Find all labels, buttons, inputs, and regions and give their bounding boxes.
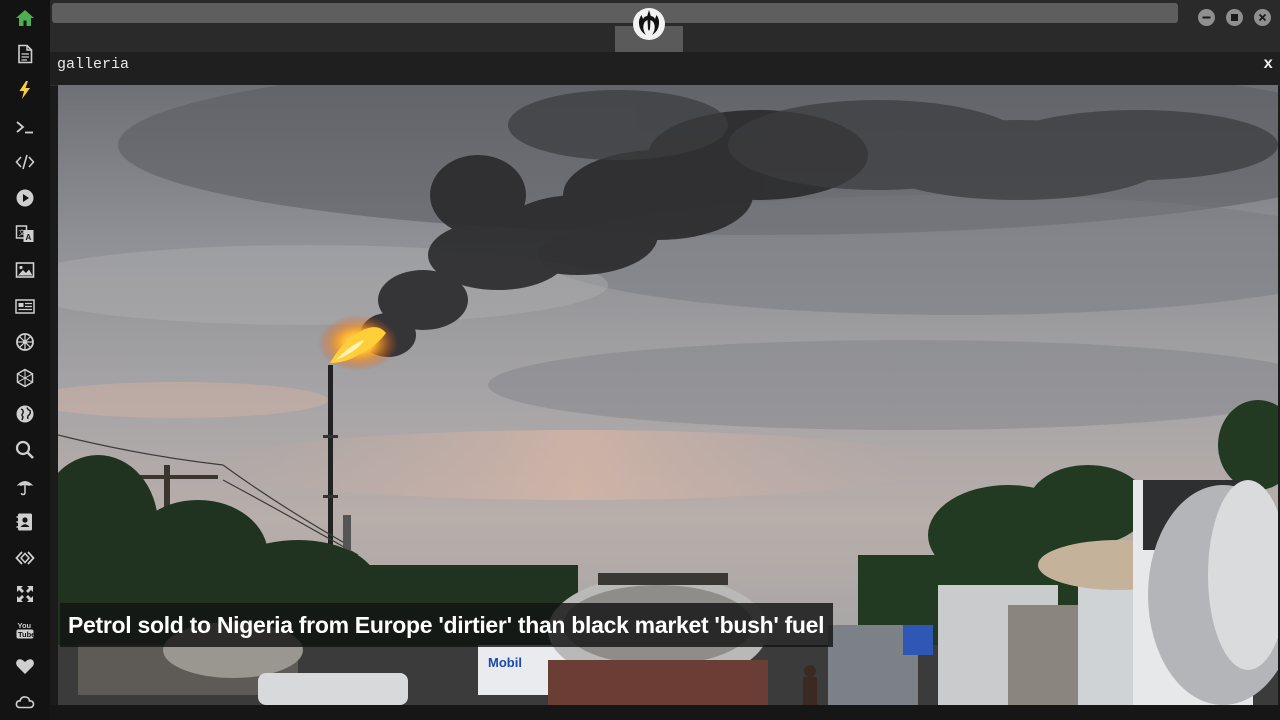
sidebar-item-code[interactable] bbox=[13, 150, 37, 174]
sidebar-item-expand[interactable] bbox=[13, 582, 37, 606]
top-bar bbox=[50, 0, 1280, 52]
dev-icon bbox=[15, 551, 35, 565]
sidebar-item-lightning[interactable] bbox=[13, 78, 37, 102]
document-icon bbox=[18, 44, 33, 64]
panel-header: galleria x bbox=[50, 52, 1280, 86]
sidebar-item-umbrella[interactable] bbox=[13, 474, 37, 498]
play-icon bbox=[16, 189, 34, 207]
address-bar[interactable] bbox=[52, 3, 1178, 23]
code-icon bbox=[15, 154, 35, 170]
newspaper-icon bbox=[15, 299, 35, 314]
sidebar-item-play[interactable] bbox=[13, 186, 37, 210]
sidebar: 文A You Tube bbox=[0, 0, 50, 720]
umbrella-icon bbox=[16, 481, 34, 496]
maximize-button[interactable] bbox=[1226, 9, 1243, 26]
sidebar-item-dev[interactable] bbox=[13, 546, 37, 570]
sidebar-item-translate[interactable]: 文A bbox=[13, 222, 37, 246]
image-icon bbox=[15, 262, 35, 278]
panel-title: galleria bbox=[57, 56, 130, 73]
svg-text:A: A bbox=[26, 233, 32, 242]
sidebar-item-news[interactable] bbox=[13, 294, 37, 318]
sidebar-item-search[interactable] bbox=[13, 438, 37, 462]
bottom-strip bbox=[50, 705, 1280, 720]
search-icon bbox=[15, 440, 34, 459]
close-window-button[interactable] bbox=[1254, 9, 1271, 26]
sidebar-item-youtube[interactable]: You Tube bbox=[13, 618, 37, 642]
mobil-sign: Mobil bbox=[488, 655, 522, 670]
expand-arrows-icon bbox=[17, 586, 33, 602]
youtube-icon: YouTube bbox=[16, 621, 35, 639]
sidebar-item-contacts[interactable] bbox=[13, 510, 37, 534]
terminal-icon bbox=[16, 121, 33, 134]
sidebar-item-network[interactable] bbox=[13, 366, 37, 390]
hexagon-network-icon bbox=[16, 368, 34, 388]
panel-close-button[interactable]: x bbox=[1263, 55, 1273, 73]
heart-icon bbox=[16, 659, 34, 674]
sidebar-item-terminal[interactable] bbox=[13, 115, 37, 139]
rebel-alliance-icon bbox=[633, 8, 665, 40]
photo-caption: Petrol sold to Nigeria from Europe 'dirt… bbox=[60, 603, 834, 647]
sidebar-item-heart[interactable] bbox=[13, 654, 37, 678]
sidebar-item-globe[interactable] bbox=[13, 402, 37, 426]
translate-icon: 文A bbox=[15, 225, 34, 242]
contact-book-icon bbox=[16, 513, 32, 531]
minimize-icon bbox=[1202, 16, 1211, 19]
sidebar-item-document[interactable] bbox=[13, 42, 37, 66]
svg-text:You: You bbox=[18, 621, 32, 630]
maximize-icon bbox=[1231, 14, 1238, 21]
lightning-icon bbox=[19, 81, 30, 99]
sidebar-item-wheel[interactable] bbox=[13, 330, 37, 354]
cloud-icon bbox=[15, 696, 35, 709]
globe-icon bbox=[16, 405, 34, 423]
minimize-button[interactable] bbox=[1198, 9, 1215, 26]
sidebar-item-image[interactable] bbox=[13, 258, 37, 282]
svg-text:Tube: Tube bbox=[18, 630, 35, 639]
settings-wheel-icon bbox=[16, 333, 34, 351]
sidebar-item-home[interactable] bbox=[13, 6, 37, 30]
sidebar-item-cloud[interactable] bbox=[13, 690, 37, 714]
close-icon bbox=[1258, 13, 1267, 22]
svg-text:文: 文 bbox=[19, 228, 26, 237]
home-icon bbox=[16, 10, 34, 26]
